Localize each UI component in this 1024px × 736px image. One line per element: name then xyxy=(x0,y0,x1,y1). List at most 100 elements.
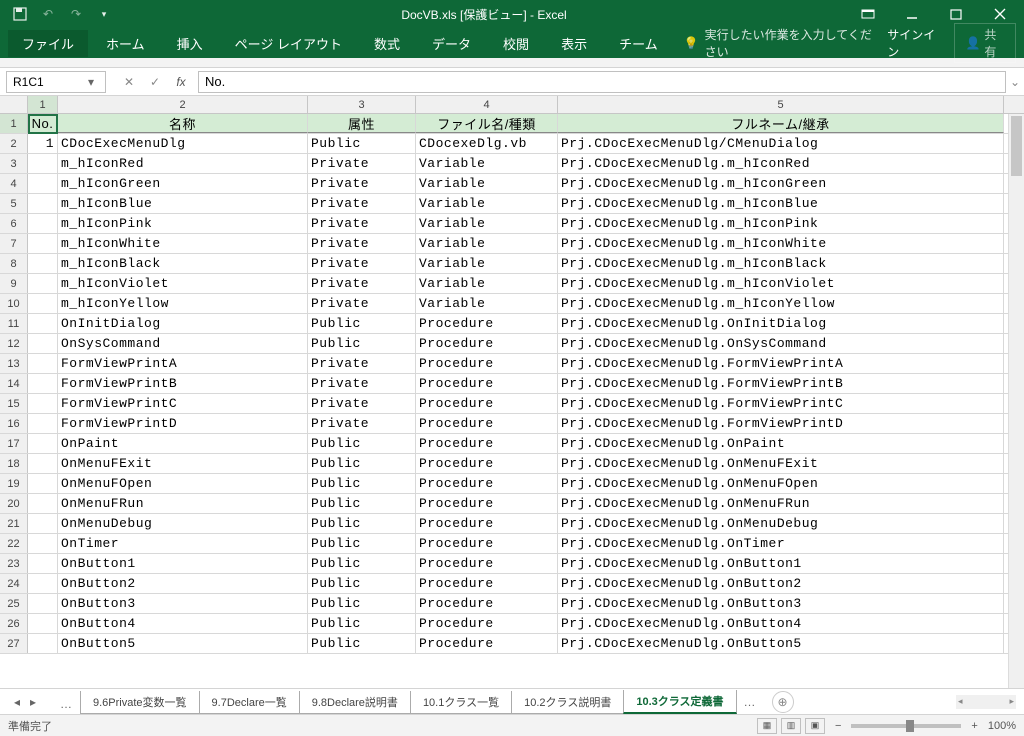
cell[interactable]: Prj.CDocExecMenuDlg.m_hIconBlack xyxy=(558,254,1004,273)
row-header[interactable]: 14 xyxy=(0,374,28,393)
fx-icon[interactable]: fx xyxy=(172,75,190,89)
zoom-level[interactable]: 100% xyxy=(988,720,1016,732)
page-break-view-icon[interactable]: ▣ xyxy=(805,718,825,734)
normal-view-icon[interactable]: ▦ xyxy=(757,718,777,734)
row-header[interactable]: 22 xyxy=(0,534,28,553)
cell[interactable] xyxy=(28,594,58,613)
cell[interactable]: Procedure xyxy=(416,314,558,333)
ribbon-options-icon[interactable] xyxy=(856,2,880,26)
vertical-scrollbar[interactable] xyxy=(1008,114,1024,688)
cell[interactable] xyxy=(28,534,58,553)
cell[interactable]: Prj.CDocExecMenuDlg.m_hIconGreen xyxy=(558,174,1004,193)
cell[interactable]: Prj.CDocExecMenuDlg.OnButton5 xyxy=(558,634,1004,653)
cell[interactable]: Public xyxy=(308,434,416,453)
cell[interactable] xyxy=(28,434,58,453)
row-header[interactable]: 4 xyxy=(0,174,28,193)
cell[interactable]: Procedure xyxy=(416,634,558,653)
tab-view[interactable]: 表示 xyxy=(547,30,601,57)
col-header-5[interactable]: 5 xyxy=(558,96,1004,113)
cell[interactable]: Private xyxy=(308,154,416,173)
cell[interactable] xyxy=(28,414,58,433)
tab-home[interactable]: ホーム xyxy=(92,30,159,57)
tabs-overflow-right[interactable]: … xyxy=(736,692,764,712)
cell[interactable]: Procedure xyxy=(416,554,558,573)
cell[interactable] xyxy=(28,494,58,513)
horizontal-scrollbar[interactable]: ◂▸ xyxy=(956,695,1016,709)
cell[interactable] xyxy=(28,154,58,173)
cell[interactable]: Prj.CDocExecMenuDlg.FormViewPrintB xyxy=(558,374,1004,393)
cell[interactable]: Public xyxy=(308,334,416,353)
row-header[interactable]: 17 xyxy=(0,434,28,453)
cell[interactable]: Prj.CDocExecMenuDlg.FormViewPrintC xyxy=(558,394,1004,413)
tabs-overflow-left[interactable]: … xyxy=(52,694,80,714)
qat-customize-icon[interactable]: ▾ xyxy=(96,6,112,22)
cell[interactable]: Private xyxy=(308,234,416,253)
page-layout-view-icon[interactable]: ▥ xyxy=(781,718,801,734)
cell[interactable]: Procedure xyxy=(416,374,558,393)
cell[interactable]: Procedure xyxy=(416,394,558,413)
cell[interactable]: Prj.CDocExecMenuDlg/CMenuDialog xyxy=(558,134,1004,153)
zoom-slider[interactable] xyxy=(851,724,961,728)
cell[interactable]: Procedure xyxy=(416,454,558,473)
cell[interactable] xyxy=(28,214,58,233)
cell[interactable]: Private xyxy=(308,294,416,313)
cell[interactable]: Prj.CDocExecMenuDlg.OnTimer xyxy=(558,534,1004,553)
cell[interactable]: Private xyxy=(308,214,416,233)
cell[interactable]: m_hIconBlue xyxy=(58,194,308,213)
sheet-tab[interactable]: 9.8Declare説明書 xyxy=(299,691,411,714)
chevron-down-icon[interactable]: ▾ xyxy=(83,75,99,89)
cell[interactable]: Variable xyxy=(416,294,558,313)
cell[interactable]: Public xyxy=(308,474,416,493)
cell[interactable]: Variable xyxy=(416,214,558,233)
scroll-thumb[interactable] xyxy=(1011,116,1022,176)
row-header[interactable]: 2 xyxy=(0,134,28,153)
row-header[interactable]: 8 xyxy=(0,254,28,273)
cell[interactable]: Public xyxy=(308,134,416,153)
cell[interactable]: 名称 xyxy=(58,114,308,133)
cell[interactable]: CDocExecMenuDlg xyxy=(58,134,308,153)
tab-formulas[interactable]: 数式 xyxy=(360,30,414,57)
cell[interactable]: OnInitDialog xyxy=(58,314,308,333)
cell[interactable]: Public xyxy=(308,594,416,613)
cell[interactable] xyxy=(28,294,58,313)
cell[interactable]: Public xyxy=(308,514,416,533)
cell[interactable] xyxy=(28,454,58,473)
row-header[interactable]: 15 xyxy=(0,394,28,413)
row-header[interactable]: 18 xyxy=(0,454,28,473)
cell[interactable]: FormViewPrintA xyxy=(58,354,308,373)
col-header-4[interactable]: 4 xyxy=(416,96,558,113)
signin-link[interactable]: サインイン xyxy=(887,26,942,60)
cell[interactable]: Public xyxy=(308,314,416,333)
cell[interactable]: Prj.CDocExecMenuDlg.OnButton4 xyxy=(558,614,1004,633)
zoom-thumb[interactable] xyxy=(906,720,914,732)
cell[interactable]: Private xyxy=(308,194,416,213)
cell[interactable]: OnMenuFOpen xyxy=(58,474,308,493)
cell[interactable]: Prj.CDocExecMenuDlg.OnButton3 xyxy=(558,594,1004,613)
cell[interactable]: 1 xyxy=(28,134,58,153)
cell[interactable] xyxy=(28,194,58,213)
col-header-3[interactable]: 3 xyxy=(308,96,416,113)
name-box[interactable]: R1C1 ▾ xyxy=(6,71,106,93)
cell[interactable] xyxy=(28,374,58,393)
cell[interactable]: Prj.CDocExecMenuDlg.OnMenuFOpen xyxy=(558,474,1004,493)
cell[interactable]: FormViewPrintD xyxy=(58,414,308,433)
cell[interactable] xyxy=(28,354,58,373)
cell[interactable]: FormViewPrintB xyxy=(58,374,308,393)
cell[interactable]: OnMenuFRun xyxy=(58,494,308,513)
cell[interactable]: m_hIconGreen xyxy=(58,174,308,193)
cell[interactable]: FormViewPrintC xyxy=(58,394,308,413)
zoom-in-button[interactable]: + xyxy=(971,720,977,732)
cell[interactable]: Procedure xyxy=(416,414,558,433)
row-header[interactable]: 27 xyxy=(0,634,28,653)
row-header[interactable]: 5 xyxy=(0,194,28,213)
tab-team[interactable]: チーム xyxy=(605,30,672,57)
cell[interactable]: Prj.CDocExecMenuDlg.OnMenuDebug xyxy=(558,514,1004,533)
cell[interactable]: Private xyxy=(308,354,416,373)
cell[interactable] xyxy=(28,474,58,493)
cell[interactable] xyxy=(28,234,58,253)
expand-formula-bar-icon[interactable]: ⌄ xyxy=(1010,75,1020,89)
select-all-corner[interactable] xyxy=(0,96,28,113)
cell[interactable]: OnPaint xyxy=(58,434,308,453)
col-header-2[interactable]: 2 xyxy=(58,96,308,113)
cell[interactable]: Public xyxy=(308,454,416,473)
